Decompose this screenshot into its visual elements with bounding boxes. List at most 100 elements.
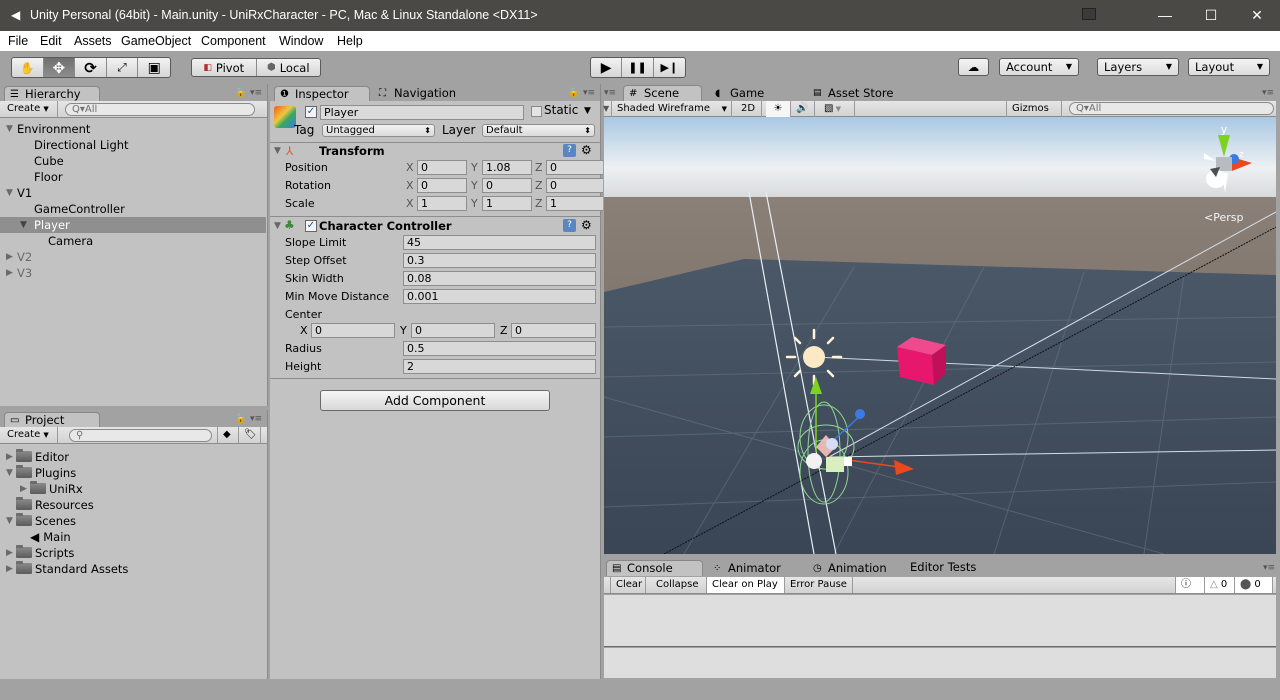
rotate-tool-button[interactable]: ⟳ xyxy=(75,58,107,77)
project-item[interactable]: ▶ Scripts xyxy=(0,545,266,561)
project-search-input[interactable]: ⚲ xyxy=(69,429,212,442)
panel-menu-icon[interactable]: ▾≡ xyxy=(1262,88,1274,98)
menu-file[interactable]: File xyxy=(8,34,28,48)
tab-navigation[interactable]: ⛶ Navigation xyxy=(374,86,474,101)
layout-dropdown[interactable]: Layout ▼ xyxy=(1188,58,1270,76)
hierarchy-item[interactable]: GameController xyxy=(0,201,266,217)
object-name-input[interactable]: Player xyxy=(320,105,524,120)
project-item[interactable]: Resources xyxy=(0,497,266,513)
step-offset-field[interactable]: 0.3 xyxy=(403,253,596,268)
hierarchy-item[interactable]: ▶ V2 xyxy=(0,249,266,265)
scale-y-field[interactable]: 1 xyxy=(482,196,532,211)
tab-editor-tests[interactable]: Editor Tests xyxy=(890,560,990,575)
move-tool-button[interactable]: ✥ xyxy=(43,58,76,77)
layers-dropdown[interactable]: Layers ▼ xyxy=(1097,58,1179,76)
collapsed-triangle-icon[interactable]: ▶ xyxy=(6,265,13,281)
menu-assets[interactable]: Assets xyxy=(74,34,112,48)
min-move-distance-field[interactable]: 0.001 xyxy=(403,289,596,304)
maximize-button[interactable]: ☐ xyxy=(1188,0,1234,31)
tab-hierarchy[interactable]: ☰ Hierarchy xyxy=(4,86,100,101)
lock-icon[interactable]: 🔓 xyxy=(235,88,246,98)
hierarchy-search-input[interactable]: Q▾All xyxy=(65,103,255,116)
effects-dropdown[interactable]: ▧ ▼ xyxy=(819,101,855,117)
shading-mode-dropdown[interactable]: Shaded Wireframe ▼ xyxy=(611,101,732,117)
transform-foldout[interactable]: ▼ xyxy=(274,144,281,159)
tab-game[interactable]: ◖ Game xyxy=(710,86,800,101)
rotation-y-field[interactable]: 0 xyxy=(482,178,532,193)
panel-menu-icon[interactable]: ▾≡ xyxy=(250,88,262,98)
character-controller-foldout[interactable]: ▼ xyxy=(274,219,281,234)
hierarchy-item[interactable]: ▼ Environment xyxy=(0,121,266,137)
projection-label[interactable]: <Persp xyxy=(1204,211,1243,224)
menu-edit[interactable]: Edit xyxy=(40,34,62,48)
gear-icon[interactable]: ⚙ xyxy=(581,143,592,158)
tab-asset-store[interactable]: ▤ Asset Store xyxy=(808,86,918,101)
panel-menu-icon[interactable]: ▾≡ xyxy=(1263,563,1275,573)
center-z-field[interactable]: 0 xyxy=(511,323,596,338)
scene-canvas[interactable]: y z <Persp xyxy=(604,117,1276,554)
lighting-toggle[interactable]: ☀ xyxy=(766,101,791,117)
account-dropdown[interactable]: Account ▼ xyxy=(999,58,1079,76)
help-icon[interactable]: ? xyxy=(563,219,576,232)
scale-tool-button[interactable]: ⤢ xyxy=(107,58,139,77)
hierarchy-item[interactable]: Camera xyxy=(0,233,266,249)
tab-console[interactable]: ▤ Console xyxy=(606,560,703,576)
project-item[interactable]: ▶ Standard Assets xyxy=(0,561,266,577)
skin-width-field[interactable]: 0.08 xyxy=(403,271,596,286)
slope-limit-field[interactable]: 45 xyxy=(403,235,596,250)
tab-animator[interactable]: ⁘ Animator xyxy=(708,561,808,576)
project-item[interactable]: ▼ Plugins xyxy=(0,465,266,481)
console-error-pause-button[interactable]: Error Pause xyxy=(785,577,853,593)
hand-tool-button[interactable]: ✋ xyxy=(12,58,44,77)
scale-x-field[interactable]: 1 xyxy=(417,196,467,211)
cube-object[interactable] xyxy=(897,337,946,385)
hierarchy-item[interactable]: Directional Light xyxy=(0,137,266,153)
gizmos-dropdown[interactable]: Gizmos ▼ xyxy=(1006,101,1062,129)
collapse-icon[interactable]: ▼ xyxy=(603,104,609,113)
collapsed-triangle-icon[interactable]: ▶ xyxy=(6,561,13,577)
pivot-button[interactable]: ◧ Pivot xyxy=(192,59,257,76)
console-detail-area[interactable] xyxy=(604,648,1276,678)
position-x-field[interactable]: 0 xyxy=(417,160,467,175)
filter-by-label-button[interactable]: 🏷 xyxy=(239,427,261,443)
radius-field[interactable]: 0.5 xyxy=(403,341,596,356)
expanded-triangle-icon[interactable]: ▼ xyxy=(6,121,13,137)
audio-toggle[interactable]: 🔊 xyxy=(791,101,815,117)
tag-dropdown[interactable]: Untagged ⬍ xyxy=(322,124,435,137)
rotation-x-field[interactable]: 0 xyxy=(417,178,467,193)
close-button[interactable]: ✕ xyxy=(1234,0,1280,31)
collapsed-triangle-icon[interactable]: ▶ xyxy=(6,449,13,465)
collapsed-triangle-icon[interactable]: ▶ xyxy=(6,545,13,561)
tab-inspector[interactable]: ❶ Inspector xyxy=(274,86,370,101)
pause-button[interactable]: ❚❚ xyxy=(622,58,654,77)
lock-icon[interactable]: 🔒 xyxy=(568,88,579,98)
scene-search-input[interactable]: Q▾All xyxy=(1069,102,1274,115)
info-count-toggle[interactable]: ⓘ 0 xyxy=(1175,577,1205,606)
scene-viewport[interactable]: y z <Persp xyxy=(604,117,1276,554)
hierarchy-item[interactable]: ▼ Player xyxy=(0,217,266,233)
warning-count-toggle[interactable]: △ 0 xyxy=(1205,577,1235,593)
expanded-triangle-icon[interactable]: ▼ xyxy=(6,185,13,201)
gear-icon[interactable]: ⚙ xyxy=(581,218,592,233)
help-icon[interactable]: ? xyxy=(563,144,576,157)
add-component-button[interactable]: Add Component xyxy=(320,390,550,411)
center-x-field[interactable]: 0 xyxy=(311,323,395,338)
collapsed-triangle-icon[interactable]: ▶ xyxy=(20,481,27,497)
rect-tool-button[interactable]: ▣ xyxy=(138,58,170,77)
local-button[interactable]: ⬢ Local xyxy=(257,59,321,76)
center-y-field[interactable]: 0 xyxy=(411,323,495,338)
expanded-triangle-icon[interactable]: ▼ xyxy=(6,513,13,529)
console-clear-button[interactable]: Clear xyxy=(610,577,646,593)
layer-dropdown[interactable]: Default ⬍ xyxy=(482,124,595,137)
minimize-button[interactable]: — xyxy=(1142,0,1188,31)
tablet-mode-icon[interactable] xyxy=(1082,8,1096,20)
panel-menu-icon[interactable]: ▾≡ xyxy=(583,88,595,98)
menu-gameobject[interactable]: GameObject xyxy=(121,34,191,48)
expanded-triangle-icon[interactable]: ▼ xyxy=(6,465,13,481)
height-field[interactable]: 2 xyxy=(403,359,596,374)
filter-by-type-button[interactable]: ◆ xyxy=(217,427,239,443)
cloud-button[interactable]: ☁ xyxy=(958,58,989,76)
tab-scene[interactable]: # Scene xyxy=(623,85,702,101)
console-log-area[interactable] xyxy=(604,595,1276,647)
hierarchy-item[interactable]: Floor xyxy=(0,169,266,185)
